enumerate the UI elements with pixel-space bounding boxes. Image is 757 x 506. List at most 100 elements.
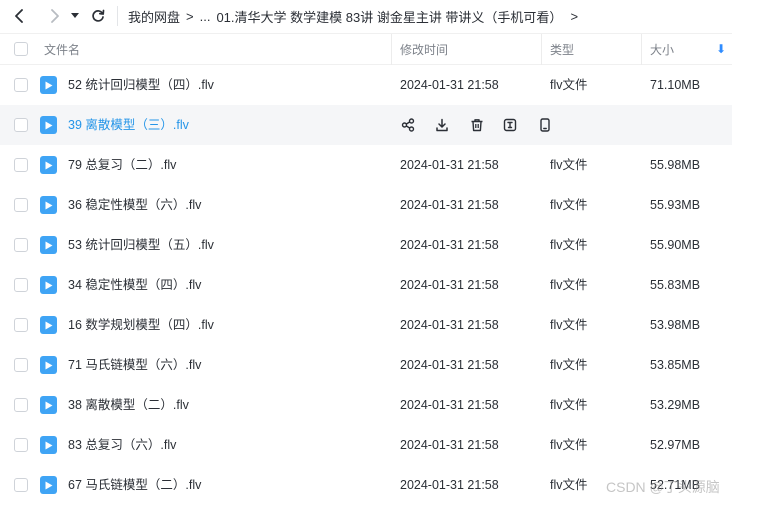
breadcrumb-separator: > <box>186 8 194 24</box>
row-checkbox[interactable] <box>14 118 28 132</box>
video-file-icon <box>40 316 57 334</box>
file-size: 53.29MB <box>650 398 701 412</box>
trash-icon[interactable] <box>467 115 487 135</box>
file-size: 55.98MB <box>650 158 701 172</box>
video-file-icon <box>40 156 57 174</box>
breadcrumb-current-folder[interactable]: 01.清华大学 数学建模 83讲 谢金星主讲 带讲义（手机可看） <box>216 7 562 26</box>
watermark: CSDN @丁头源脑 <box>606 479 720 495</box>
file-row[interactable]: 71 马氏链模型（六）.flv 2024-01-31 21:58 flv文件 53.8… <box>0 345 732 385</box>
row-checkbox[interactable] <box>14 238 28 252</box>
forward-button[interactable] <box>42 4 66 28</box>
file-row[interactable]: 34 稳定性模型（四）.flv 2024-01-31 21:58 flv文件 55.8… <box>0 265 732 305</box>
video-file-icon <box>40 116 57 134</box>
column-modified[interactable]: 修改时间 <box>400 34 448 65</box>
select-all-checkbox[interactable] <box>14 42 28 56</box>
history-dropdown-button[interactable] <box>66 4 84 28</box>
file-name[interactable]: 79 总复习（二）.flv <box>68 145 176 185</box>
refresh-button[interactable] <box>86 4 110 28</box>
file-type: flv文件 <box>550 238 588 252</box>
file-size: 52.97MB <box>650 438 701 452</box>
breadcrumb-ellipsis[interactable]: ... <box>200 9 211 24</box>
file-type: flv文件 <box>550 398 588 412</box>
file-row[interactable]: 83 总复习（六）.flv 2024-01-31 21:58 flv文件 52.97M… <box>0 425 732 465</box>
file-name[interactable]: 67 马氏链模型（二）.flv <box>68 465 201 505</box>
video-file-icon <box>40 436 57 454</box>
video-file-icon <box>40 356 57 374</box>
video-file-icon <box>40 196 57 214</box>
row-checkbox[interactable] <box>14 438 28 452</box>
file-modified-date: 2024-01-31 21:58 <box>400 358 499 372</box>
navigation-bar: 我的网盘 > ... 01.清华大学 数学建模 83讲 谢金星主讲 带讲义（手机… <box>0 0 757 32</box>
file-modified-date: 2024-01-31 21:58 <box>400 318 499 332</box>
file-row[interactable]: 36 稳定性模型（六）.flv 2024-01-31 21:58 flv文件 55.9… <box>0 185 732 225</box>
file-size: 53.98MB <box>650 318 701 332</box>
video-file-icon <box>40 276 57 294</box>
file-type: flv文件 <box>550 358 588 372</box>
row-checkbox[interactable] <box>14 78 28 92</box>
column-type[interactable]: 类型 <box>550 34 574 65</box>
file-row[interactable]: 38 离散模型（二）.flv 2024-01-31 21:58 flv文件 53.29… <box>0 385 732 425</box>
file-name[interactable]: 39 离散模型（三）.flv <box>68 105 189 145</box>
breadcrumb: 我的网盘 > ... 01.清华大学 数学建模 83讲 谢金星主讲 带讲义（手机… <box>128 0 578 32</box>
download-icon[interactable] <box>432 115 452 135</box>
share-icon[interactable] <box>398 115 418 135</box>
row-checkbox[interactable] <box>14 478 28 492</box>
file-name[interactable]: 34 稳定性模型（四）.flv <box>68 265 201 305</box>
column-divider[interactable] <box>391 34 392 65</box>
arrow-down-icon[interactable]: ⬇ <box>716 42 726 56</box>
file-type: flv文件 <box>550 78 588 92</box>
row-checkbox[interactable] <box>14 158 28 172</box>
file-name[interactable]: 38 离散模型（二）.flv <box>68 385 189 425</box>
file-modified-date: 2024-01-31 21:58 <box>400 398 499 412</box>
row-checkbox[interactable] <box>14 398 28 412</box>
row-checkbox[interactable] <box>14 198 28 212</box>
row-checkbox[interactable] <box>14 278 28 292</box>
chevron-left-icon <box>15 9 23 23</box>
file-row[interactable]: 16 数学规划模型（四）.flv 2024-01-31 21:58 flv文件 53.… <box>0 305 732 345</box>
nav-divider <box>117 6 118 26</box>
file-name[interactable]: 16 数学规划模型（四）.flv <box>68 305 214 345</box>
file-modified-date: 2024-01-31 21:58 <box>400 158 499 172</box>
back-button[interactable] <box>8 4 32 28</box>
column-divider[interactable] <box>541 34 542 65</box>
file-modified-date: 2024-01-31 21:58 <box>400 438 499 452</box>
file-size: 55.93MB <box>650 198 701 212</box>
file-size: 71.10MB <box>650 78 701 92</box>
file-modified-date: 2024-01-31 21:58 <box>400 278 499 292</box>
file-modified-date: 2024-01-31 21:58 <box>400 478 499 492</box>
file-modified-date: 2024-01-31 21:58 <box>400 78 499 92</box>
column-name[interactable]: 文件名 <box>44 34 80 65</box>
file-size: 55.90MB <box>650 238 701 252</box>
file-row[interactable]: 79 总复习（二）.flv 2024-01-31 21:58 flv文件 55.98M… <box>0 145 732 185</box>
mobile-icon[interactable] <box>535 115 555 135</box>
video-file-icon <box>40 396 57 414</box>
file-type: flv文件 <box>550 198 588 212</box>
file-name[interactable]: 71 马氏链模型（六）.flv <box>68 345 201 385</box>
file-name[interactable]: 83 总复习（六）.flv <box>68 425 176 465</box>
column-divider[interactable] <box>641 34 642 65</box>
file-name[interactable]: 53 统计回归模型（五）.flv <box>68 225 214 265</box>
file-size: 53.85MB <box>650 358 701 372</box>
file-list-header: 文件名 修改时间 类型 大小 ⬇ <box>0 33 732 65</box>
row-checkbox[interactable] <box>14 318 28 332</box>
rename-icon[interactable] <box>500 115 520 135</box>
file-size: 55.83MB <box>650 278 701 292</box>
refresh-icon <box>92 9 105 22</box>
file-type: flv文件 <box>550 478 588 492</box>
file-modified-date: 2024-01-31 21:58 <box>400 238 499 252</box>
video-file-icon <box>40 236 57 254</box>
file-row[interactable]: 53 统计回归模型（五）.flv 2024-01-31 21:58 flv文件 55.… <box>0 225 732 265</box>
column-size[interactable]: 大小 <box>650 34 674 65</box>
breadcrumb-root[interactable]: 我的网盘 <box>128 7 180 26</box>
file-type: flv文件 <box>550 438 588 452</box>
breadcrumb-end-separator[interactable]: > <box>570 9 578 24</box>
file-row[interactable]: 52 统计回归模型（四）.flv 2024-01-31 21:58 flv文件 71.… <box>0 65 732 105</box>
file-name[interactable]: 52 统计回归模型（四）.flv <box>68 65 214 105</box>
file-name[interactable]: 36 稳定性模型（六）.flv <box>68 185 201 225</box>
chevron-right-icon <box>51 9 59 23</box>
file-modified-date: 2024-01-31 21:58 <box>400 198 499 212</box>
file-row[interactable]: 39 离散模型（三）.flv <box>0 105 732 145</box>
file-type: flv文件 <box>550 158 588 172</box>
row-checkbox[interactable] <box>14 358 28 372</box>
video-file-icon <box>40 476 57 494</box>
